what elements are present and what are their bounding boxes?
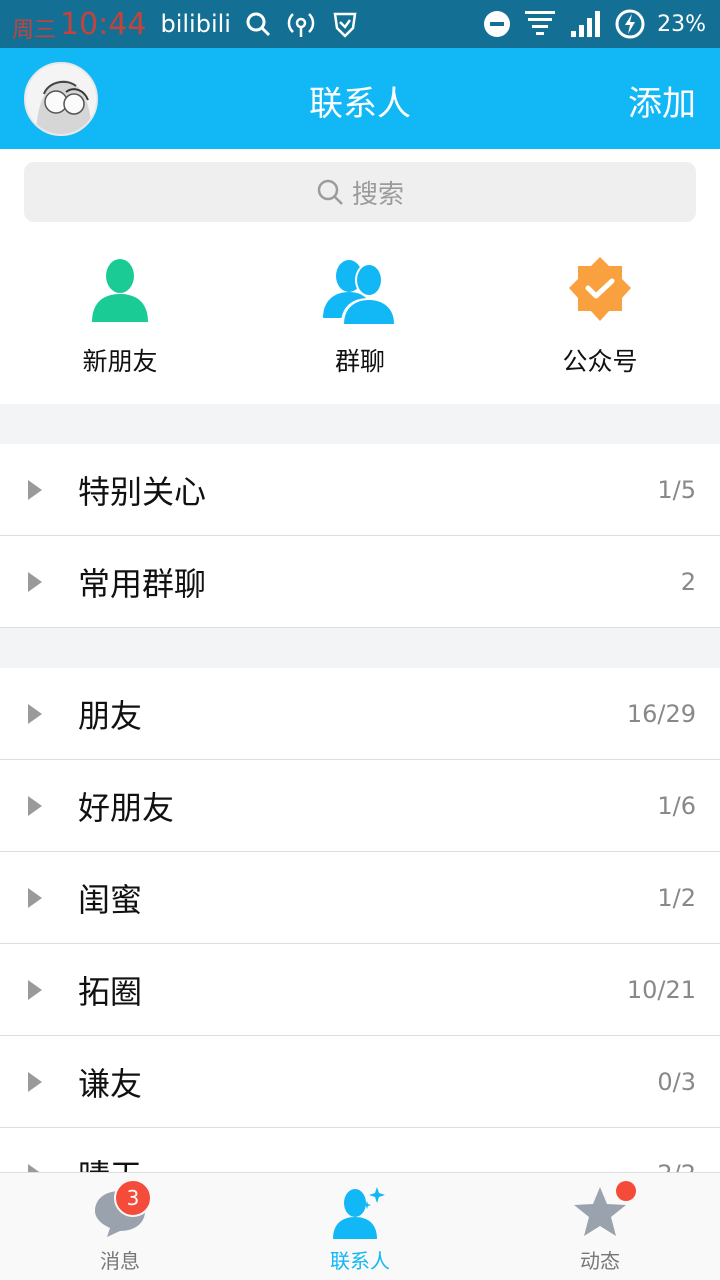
group-count: 0/3 [657, 1067, 696, 1096]
app-header: 联系人 添加 [0, 48, 720, 149]
search-placeholder: 搜索 [351, 179, 404, 210]
status-time: 10:44 [60, 6, 147, 42]
group-name: 谦友 [78, 1064, 143, 1103]
friend-group-list: 朋友 16/29 好朋友 1/6 闺蜜 1/2 拓圈 10/21 谦友 0/3 … [0, 668, 720, 1220]
group-name: 拓圈 [78, 972, 143, 1011]
expand-arrow-icon [28, 572, 42, 592]
verified-badge-icon [560, 250, 640, 330]
group-count: 1/6 [657, 791, 696, 820]
tab-feed[interactable]: 动态 [480, 1173, 720, 1280]
shield-icon [333, 12, 357, 38]
group-row-common-groups[interactable]: 常用群聊 2 [0, 536, 720, 628]
notification-dot [616, 1181, 636, 1201]
group-name: 特别关心 [78, 472, 207, 511]
battery-charging-icon [615, 9, 645, 39]
tab-label: 动态 [580, 1249, 620, 1273]
group-chat-label: 群聊 [334, 347, 385, 376]
group-row[interactable]: 朋友 16/29 [0, 668, 720, 760]
status-day: 周三 [12, 18, 57, 43]
bottom-tab-bar: 消息 3 联系人 动态 [0, 1172, 720, 1280]
new-friends-label: 新朋友 [82, 347, 158, 376]
new-friends-button[interactable]: 新朋友 [0, 250, 240, 400]
search-icon [317, 179, 343, 205]
tab-label: 消息 [100, 1249, 140, 1273]
do-not-disturb-icon [484, 11, 511, 37]
page-title: 联系人 [309, 84, 411, 124]
wifi-signal-icon [525, 11, 556, 35]
group-name: 朋友 [78, 696, 143, 735]
expand-arrow-icon [28, 980, 42, 1000]
search-input[interactable]: 搜索 [24, 162, 696, 222]
section-divider [0, 404, 720, 444]
group-row[interactable]: 谦友 0/3 [0, 1036, 720, 1128]
expand-arrow-icon [28, 1072, 42, 1092]
group-name: 常用群聊 [78, 564, 207, 603]
battery-percent: 23% [657, 11, 706, 37]
group-row[interactable]: 好朋友 1/6 [0, 760, 720, 852]
person-icon [80, 250, 160, 330]
contacts-icon [333, 1187, 385, 1239]
group-icon [320, 250, 400, 330]
official-accounts-button[interactable]: 公众号 [480, 250, 720, 400]
unread-badge: 3 [114, 1179, 152, 1217]
group-row[interactable]: 闺蜜 1/2 [0, 852, 720, 944]
group-row[interactable]: 拓圈 10/21 [0, 944, 720, 1036]
tab-label: 联系人 [330, 1249, 390, 1273]
group-count: 16/29 [626, 699, 696, 728]
group-name: 闺蜜 [78, 880, 143, 919]
add-button[interactable]: 添加 [628, 76, 696, 125]
status-app-name: bilibili [160, 10, 231, 38]
group-count: 2 [680, 567, 696, 596]
group-count: 10/21 [626, 975, 696, 1004]
hotspot-icon [287, 13, 315, 37]
status-bar-right: 23% [483, 0, 706, 48]
pinned-group-list: 特别关心 1/5 常用群聊 2 [0, 444, 720, 628]
quick-actions: 新朋友 群聊 公众号 [0, 250, 720, 400]
group-count: 1/5 [657, 475, 696, 504]
section-divider [0, 628, 720, 668]
search-icon [246, 12, 271, 37]
group-name: 好朋友 [78, 788, 175, 827]
group-count: 1/2 [657, 883, 696, 912]
group-chat-button[interactable]: 群聊 [240, 250, 480, 400]
cell-signal-icon [571, 11, 601, 37]
status-bar: 周三 10:44 bilibili 23% [0, 0, 720, 48]
expand-arrow-icon [28, 704, 42, 724]
tab-messages[interactable]: 消息 3 [0, 1173, 240, 1280]
expand-arrow-icon [28, 888, 42, 908]
expand-arrow-icon [28, 796, 42, 816]
group-row-special-care[interactable]: 特别关心 1/5 [0, 444, 720, 536]
official-accounts-label: 公众号 [562, 347, 638, 376]
expand-arrow-icon [28, 480, 42, 500]
status-bar-left: 周三 10:44 bilibili [12, 0, 359, 48]
tab-contacts[interactable]: 联系人 [240, 1173, 480, 1280]
